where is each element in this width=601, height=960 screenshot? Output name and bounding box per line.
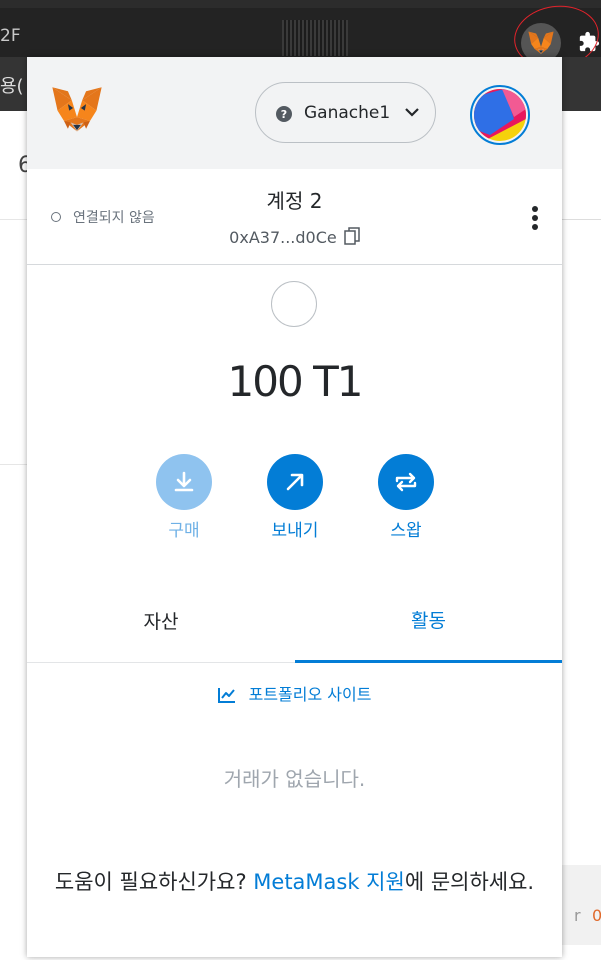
network-name: Ganache1 <box>304 103 391 123</box>
browser-toolbar: 2F <box>0 0 601 63</box>
kebab-menu-icon <box>532 215 538 221</box>
puzzle-icon <box>579 31 599 52</box>
metamask-logo[interactable] <box>51 86 103 138</box>
jazzicon-avatar <box>474 89 526 141</box>
page-footer-text: 0 <box>592 906 601 925</box>
tab-assets-label: 자산 <box>143 611 179 633</box>
help-suffix: 에 문의하세요. <box>404 870 535 894</box>
portfolio-site-link[interactable]: 포트폴리오 사이트 <box>27 681 562 705</box>
metamask-popup: ? Ganache1 연결되지 않음 계정 2 0xA37...d0Ce 100… <box>27 57 562 957</box>
chart-line-icon <box>217 688 235 703</box>
account-address-text: 0xA37...d0Ce <box>229 228 337 247</box>
kebab-menu-icon <box>532 224 538 230</box>
swap-label: 스왑 <box>390 521 422 541</box>
balance-display: 100 T1 <box>227 357 364 406</box>
send-button[interactable]: 보내기 <box>267 454 323 541</box>
copy-icon <box>344 227 360 245</box>
metamask-header: ? Ganache1 <box>27 57 562 169</box>
metamask-fox-icon <box>52 87 102 132</box>
buy-button[interactable]: 구매 <box>156 454 212 541</box>
swap-arrows-icon <box>395 472 417 492</box>
page-divider <box>0 219 27 220</box>
question-circle-icon: ? <box>276 106 292 122</box>
tab-assets[interactable]: 자산 <box>27 579 295 663</box>
kebab-menu-icon <box>532 206 538 212</box>
metamask-fox-icon <box>528 31 554 54</box>
tab-activity-label: 활동 <box>411 610 446 632</box>
metamask-support-link[interactable]: MetaMask 지원 <box>253 870 405 894</box>
swap-button[interactable]: 스왑 <box>378 454 434 541</box>
account-avatar[interactable] <box>470 85 530 145</box>
subbar-text: 용( <box>0 76 24 97</box>
page-divider <box>0 464 27 465</box>
help-prefix: 도움이 필요하신가요? <box>54 870 254 894</box>
tab-activity[interactable]: 활동 <box>295 579 562 663</box>
tab-bar: 자산 활동 <box>27 579 562 663</box>
account-name[interactable]: 계정 2 <box>27 185 562 214</box>
page-footer-area <box>562 865 601 945</box>
account-options-menu-button[interactable] <box>527 205 543 231</box>
account-bar: 연결되지 않음 계정 2 0xA37...d0Ce <box>27 169 562 265</box>
send-label: 보내기 <box>271 521 319 541</box>
page-divider <box>562 219 601 220</box>
empty-activity-message: 거래가 없습니다. <box>223 767 366 791</box>
arrow-up-right-icon <box>286 473 304 491</box>
help-text: 도움이 필요하신가요? MetaMask 지원에 문의하세요. <box>37 865 552 899</box>
portfolio-site-label: 포트폴리오 사이트 <box>248 685 372 704</box>
extensions-button[interactable] <box>576 28 601 56</box>
account-address[interactable]: 0xA37...d0Ce <box>27 227 562 247</box>
toolbar-obscured-region <box>282 20 348 56</box>
page-footer-text: r <box>574 906 581 925</box>
network-selector[interactable]: ? Ganache1 <box>255 82 436 143</box>
toolbar-left-text: 2F <box>0 26 21 46</box>
download-icon <box>174 471 194 492</box>
token-icon <box>271 281 317 327</box>
chevron-down-icon <box>405 108 419 117</box>
buy-label: 구매 <box>168 521 200 541</box>
